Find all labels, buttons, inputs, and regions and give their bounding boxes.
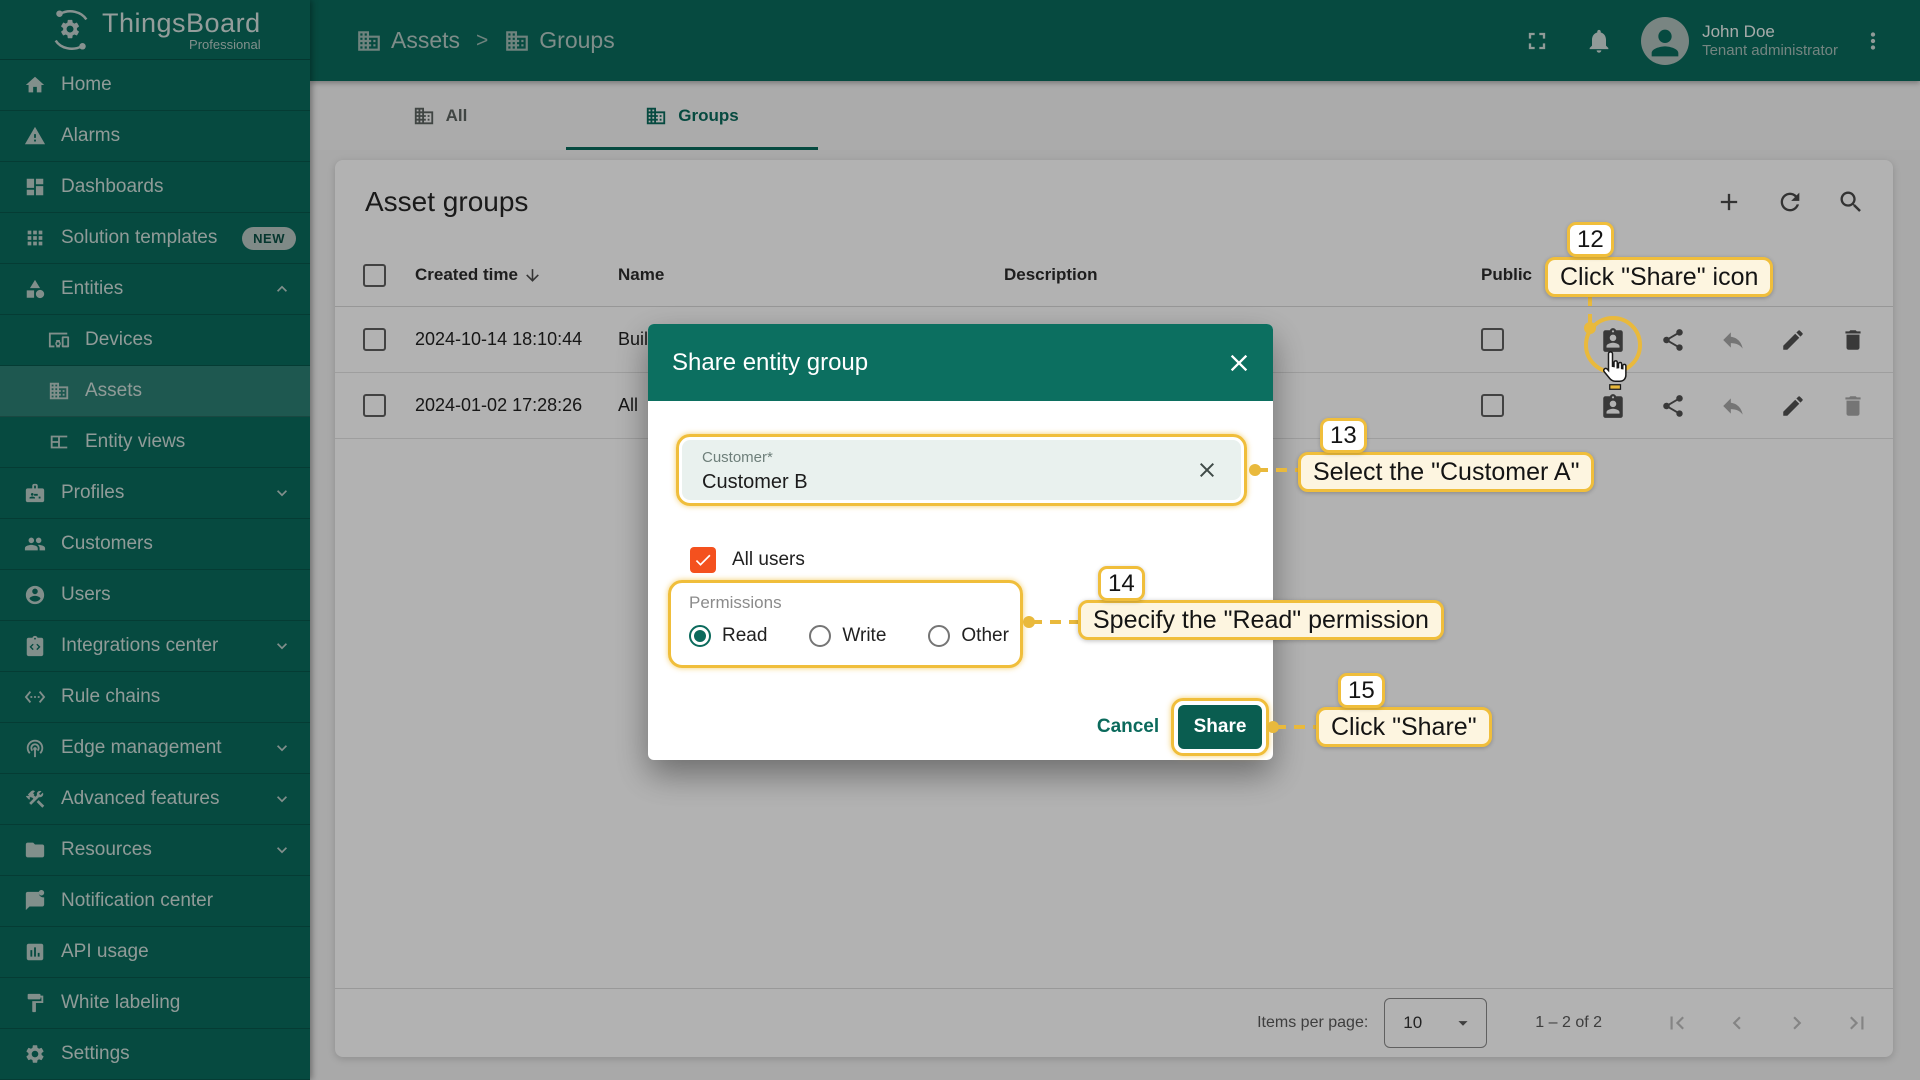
radio-other-label: Other [961, 625, 1009, 646]
annotation-callout-12: Click "Share" icon [1545, 257, 1774, 297]
radio-other[interactable] [928, 625, 951, 647]
customer-field[interactable]: Customer* Customer B [682, 440, 1241, 500]
annotation-line [1257, 468, 1298, 472]
annotation-dot [1584, 322, 1596, 334]
annotation-dot [1249, 464, 1261, 476]
customer-field-label: Customer* [702, 449, 773, 466]
annotation-number-15: 15 [1338, 673, 1385, 708]
radio-read[interactable] [689, 625, 711, 647]
dialog-title: Share entity group [672, 348, 869, 376]
clear-icon[interactable] [1195, 458, 1219, 482]
customer-field-value: Customer B [702, 471, 808, 493]
annotation-line [1275, 725, 1316, 729]
check-icon [695, 554, 711, 566]
all-users-checkbox[interactable] [690, 547, 716, 573]
close-icon[interactable] [1225, 349, 1253, 377]
annotation-number-13: 13 [1320, 418, 1367, 453]
radio-write-label: Write [842, 625, 887, 646]
hand-cursor-icon [1602, 351, 1627, 390]
radio-write[interactable] [809, 625, 832, 647]
annotation-dot [1267, 721, 1279, 733]
annotation-line [1031, 620, 1078, 624]
share-entity-group-dialog: Share entity group Customer* Customer B … [648, 324, 1273, 760]
all-users-option: All users [690, 547, 805, 573]
annotation-callout-15: Click "Share" [1316, 707, 1492, 747]
share-button[interactable]: Share [1178, 705, 1262, 749]
permissions-group: Permissions Read Write Other [671, 583, 1020, 665]
permissions-highlight: Permissions Read Write Other [668, 580, 1023, 668]
share-button-highlight: Share [1171, 698, 1269, 756]
annotation-callout-14: Specify the "Read" permission [1078, 600, 1444, 640]
annotation-dot [1023, 616, 1035, 628]
customer-field-highlight: Customer* Customer B [676, 434, 1247, 506]
permissions-label: Permissions [689, 593, 782, 612]
annotation-number-12: 12 [1567, 222, 1614, 257]
annotation-callout-13: Select the "Customer A" [1298, 452, 1595, 492]
annotation-number-14: 14 [1098, 566, 1145, 601]
dialog-header: Share entity group [648, 324, 1273, 401]
cancel-button[interactable]: Cancel [1078, 705, 1178, 749]
radio-read-label: Read [722, 625, 768, 646]
all-users-label: All users [732, 549, 805, 570]
